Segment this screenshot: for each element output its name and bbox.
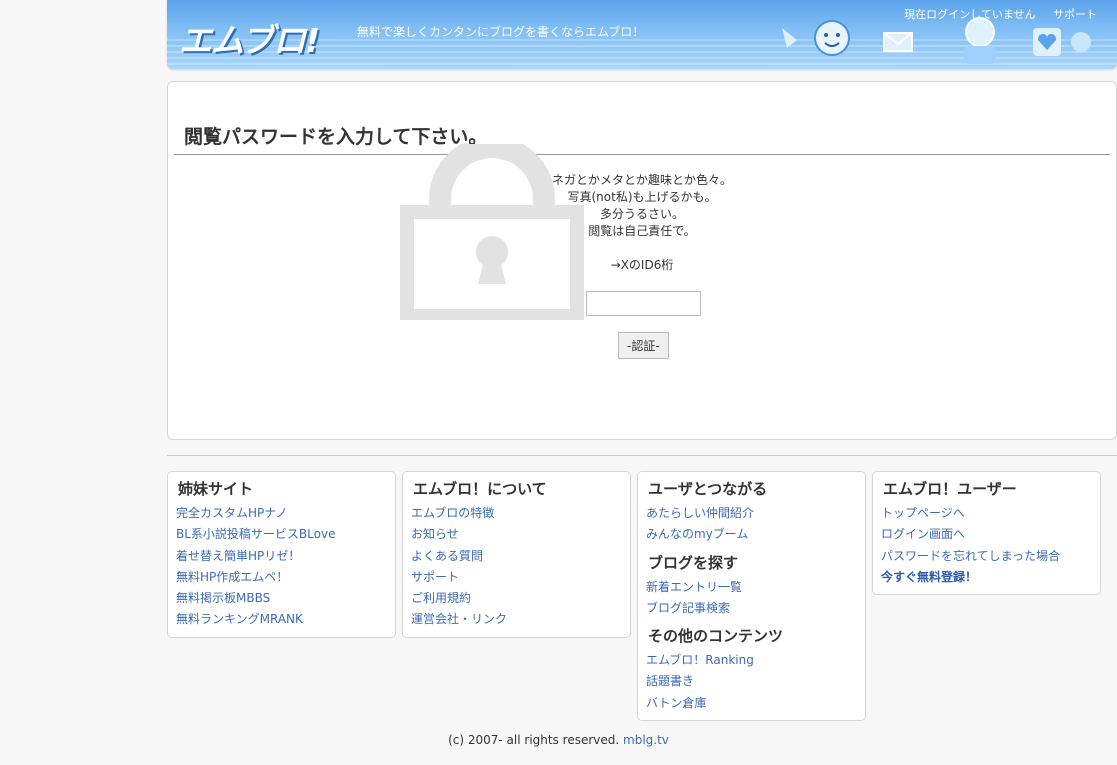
message-line: [168, 240, 1116, 257]
person-character-icon: [964, 17, 996, 64]
copyright: (c) 2007- all rights reserved. mblg.tv: [0, 733, 1117, 747]
password-input[interactable]: [586, 291, 701, 316]
site-header: エムブロ! 無料で楽しくカンタンにブログを書くならエムブロ！ 現在ログインしてい…: [167, 0, 1117, 69]
footer-link[interactable]: パスワードを忘れてしまった場合: [881, 546, 1092, 567]
footer-link[interactable]: 新着エントリ一覧: [646, 577, 857, 598]
footer-link[interactable]: 着せ替え簡単HPリゼ！: [176, 546, 387, 567]
footer-link[interactable]: バトン倉庫: [646, 693, 857, 714]
footer-divider: [167, 455, 1117, 456]
footer-column-title: ユーザとつながる: [648, 480, 768, 498]
message-line: 写真(not私)も上げるかも。: [567, 190, 717, 204]
footer-link[interactable]: 無料掲示板MBBS: [176, 588, 387, 609]
message-line: →XのID6桁: [610, 258, 674, 272]
title-divider: [174, 154, 1110, 155]
footer-link[interactable]: 話題書き: [646, 671, 857, 692]
copyright-text: (c) 2007- all rights reserved.: [448, 733, 620, 747]
footer-column-title: 姉妹サイト: [178, 480, 254, 498]
footer-link[interactable]: BL系小説投稿サービスBLove: [176, 524, 387, 545]
message-line: ネガとかメタとか趣味とか色々。: [551, 173, 732, 187]
footer-link[interactable]: サポート: [411, 567, 622, 588]
footer-link[interactable]: よくある質問: [411, 546, 622, 567]
site-tagline: 無料で楽しくカンタンにブログを書くならエムブロ！: [357, 25, 645, 39]
footer-link[interactable]: エムブロの特徴: [411, 503, 622, 524]
footer-link[interactable]: ログイン画面へ: [881, 524, 1092, 545]
footer-subsection-title: ブログを探す: [648, 553, 739, 572]
footer-link[interactable]: あたらしい仲間紹介: [646, 503, 857, 524]
message-line: 多分うるさい。: [599, 207, 684, 221]
mail-icon: [883, 32, 913, 52]
footer-link[interactable]: 完全カスタムHPナノ: [176, 503, 387, 524]
footer-column-title: エムブロ！ユーザー: [883, 480, 1017, 498]
password-panel: 閲覧パスワードを入力して下さい。 ネガとかメタとか趣味とか色々。 写真(not私…: [167, 81, 1117, 440]
footer-link[interactable]: ブログ記事検索: [646, 598, 857, 619]
footer-link[interactable]: 無料HP作成エムペ！: [176, 567, 387, 588]
footer-link[interactable]: みんなのmyブーム: [646, 524, 857, 545]
footer-link[interactable]: エムブロ！Ranking: [646, 650, 857, 671]
message-line: 閲覧は自己責任で。: [588, 224, 696, 238]
footer-link[interactable]: 無料ランキングMRANK: [176, 609, 387, 630]
copyright-site-link[interactable]: mblg.tv: [623, 733, 669, 747]
footer-about: エムブロ！について エムブロの特徴 お知らせ よくある質問 サポート ご利用規約…: [402, 471, 631, 638]
footer-sister-sites: 姉妹サイト 完全カスタムHPナノ BL系小説投稿サービスBLove 着せ替え簡単…: [167, 471, 396, 638]
auth-button[interactable]: -認証-: [618, 332, 669, 359]
blog-message: ネガとかメタとか趣味とか色々。 写真(not私)も上げるかも。 多分うるさい。 …: [168, 172, 1116, 274]
footer-connect: ユーザとつながる あたらしい仲間紹介 みんなのmyブーム ブログを探す 新着エン…: [637, 471, 866, 722]
site-logo[interactable]: エムブロ!: [179, 14, 320, 62]
footer-link[interactable]: ご利用規約: [411, 588, 622, 609]
support-link[interactable]: サポート: [1053, 8, 1097, 21]
register-link[interactable]: 今すぐ無料登録！: [881, 567, 1092, 588]
footer-link[interactable]: 運営会社・リンク: [411, 609, 622, 630]
footer-link[interactable]: トップページへ: [881, 503, 1092, 524]
chat-character-icon: [782, 20, 850, 56]
footer-subsection-title: その他のコンテンツ: [648, 627, 784, 646]
heart-box-icon: [1033, 28, 1091, 56]
footer-column-title: エムブロ！について: [413, 480, 547, 498]
footer-users: エムブロ！ユーザー トップページへ ログイン画面へ パスワードを忘れてしまった場…: [872, 471, 1101, 596]
footer-link[interactable]: お知らせ: [411, 524, 622, 545]
